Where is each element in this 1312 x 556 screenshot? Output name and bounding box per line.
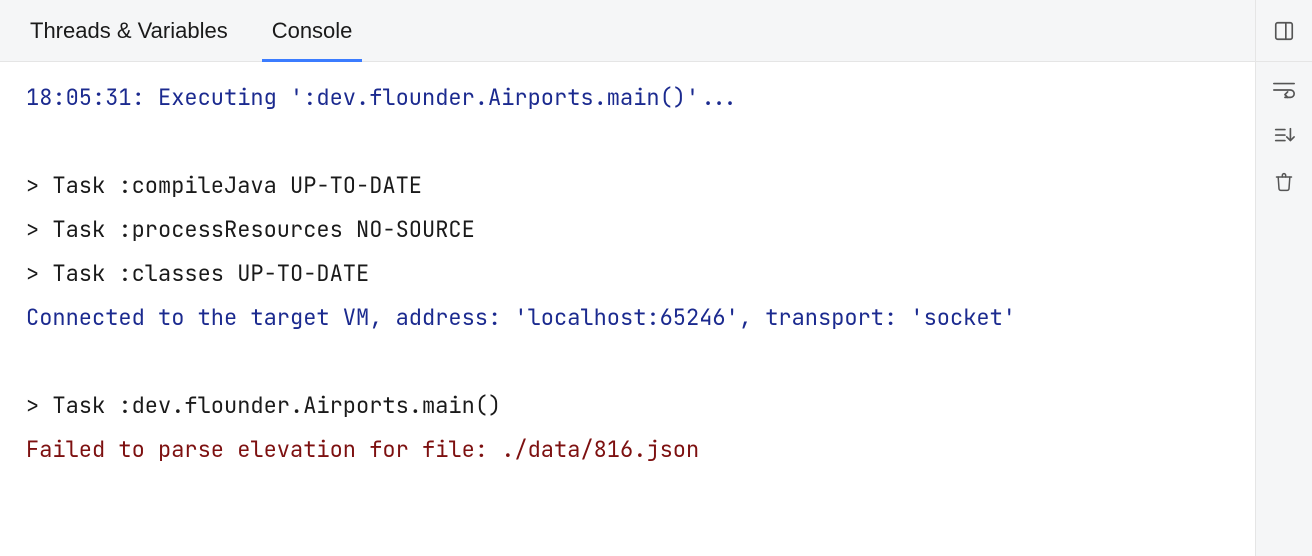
console-line: > Task :compileJava UP-TO-DATE bbox=[26, 164, 1235, 208]
trash-icon bbox=[1274, 171, 1294, 193]
layout-settings-button[interactable] bbox=[1266, 13, 1302, 49]
layout-icon bbox=[1273, 20, 1295, 42]
right-toolbar bbox=[1256, 0, 1312, 556]
tab-console[interactable]: Console bbox=[250, 0, 375, 61]
console-line: 18:05:31: Executing ':dev.flounder.Airpo… bbox=[26, 76, 1235, 120]
tabs-bar: Threads & Variables Console bbox=[0, 0, 1255, 62]
console-line: Connected to the target VM, address: 'lo… bbox=[26, 296, 1235, 340]
console-line: > Task :processResources NO-SOURCE bbox=[26, 208, 1235, 252]
scroll-to-end-icon bbox=[1273, 125, 1295, 147]
tab-label: Console bbox=[272, 18, 353, 44]
console-output[interactable]: 18:05:31: Executing ':dev.flounder.Airpo… bbox=[0, 62, 1255, 556]
scroll-to-end-button[interactable] bbox=[1266, 118, 1302, 154]
tab-threads-variables[interactable]: Threads & Variables bbox=[8, 0, 250, 61]
tab-label: Threads & Variables bbox=[30, 18, 228, 44]
clear-all-button[interactable] bbox=[1266, 164, 1302, 200]
console-line bbox=[26, 340, 1235, 384]
soft-wrap-button[interactable] bbox=[1266, 72, 1302, 108]
console-line bbox=[26, 120, 1235, 164]
soft-wrap-icon bbox=[1272, 79, 1296, 101]
console-line: > Task :dev.flounder.Airports.main() bbox=[26, 384, 1235, 428]
console-line: > Task :classes UP-TO-DATE bbox=[26, 252, 1235, 296]
right-toolbar-header bbox=[1256, 0, 1312, 62]
main-panel: Threads & Variables Console 18:05:31: Ex… bbox=[0, 0, 1256, 556]
console-line: Failed to parse elevation for file: ./da… bbox=[26, 428, 1235, 472]
